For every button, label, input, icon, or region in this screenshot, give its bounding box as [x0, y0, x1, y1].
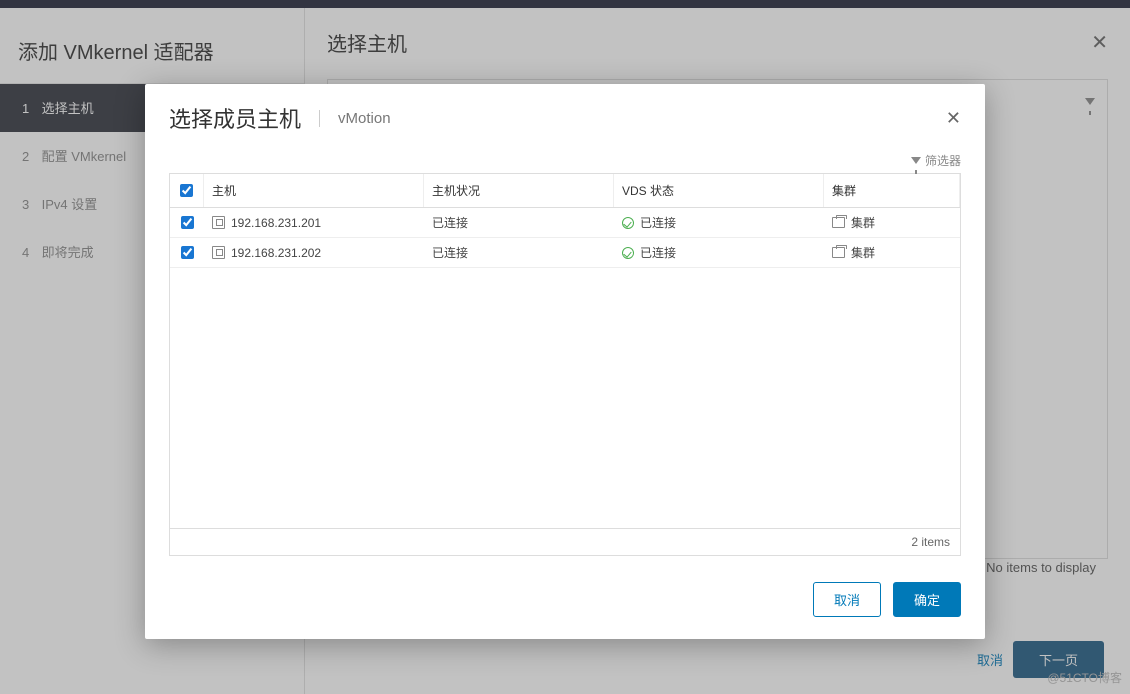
table-row[interactable]: 192.168.231.201 已连接 已连接 集群 [170, 208, 960, 238]
filter-label[interactable]: 筛选器 [925, 152, 961, 169]
host-icon [212, 216, 225, 229]
filter-row: 筛选器 [169, 152, 961, 169]
cluster-name: 集群 [851, 214, 875, 231]
cluster-icon [832, 247, 845, 258]
host-state: 已连接 [424, 208, 614, 237]
cluster-name: 集群 [851, 244, 875, 261]
row-checkbox[interactable] [181, 216, 194, 229]
table-row[interactable]: 192.168.231.202 已连接 已连接 集群 [170, 238, 960, 268]
vds-state: 已连接 [640, 244, 676, 261]
filter-icon[interactable] [911, 157, 921, 164]
row-checkbox[interactable] [181, 246, 194, 259]
host-icon [212, 246, 225, 259]
select-hosts-modal: 选择成员主机 vMotion ✕ 筛选器 主机 主机状况 VDS 状态 集群 [145, 84, 985, 639]
header-checkbox-cell [170, 174, 204, 207]
modal-body: 筛选器 主机 主机状况 VDS 状态 集群 192.168.231.20 [145, 146, 985, 566]
header-host-state[interactable]: 主机状况 [424, 174, 614, 207]
ok-icon [622, 217, 634, 229]
modal-subtitle: vMotion [319, 110, 391, 127]
header-cluster[interactable]: 集群 [824, 174, 960, 207]
hosts-grid: 主机 主机状况 VDS 状态 集群 192.168.231.201 已连接 已连… [169, 173, 961, 556]
host-name: 192.168.231.201 [231, 216, 321, 230]
grid-footer: 2 items [170, 528, 960, 555]
grid-empty-space [170, 268, 960, 528]
vds-state: 已连接 [640, 214, 676, 231]
modal-close-button[interactable]: ✕ [946, 108, 961, 129]
header-host[interactable]: 主机 [204, 174, 424, 207]
host-name: 192.168.231.202 [231, 246, 321, 260]
grid-header: 主机 主机状况 VDS 状态 集群 [170, 174, 960, 208]
modal-overlay: 选择成员主机 vMotion ✕ 筛选器 主机 主机状况 VDS 状态 集群 [0, 0, 1130, 694]
header-vds-state[interactable]: VDS 状态 [614, 174, 824, 207]
modal-header: 选择成员主机 vMotion ✕ [145, 84, 985, 146]
host-state: 已连接 [424, 238, 614, 267]
cluster-icon [832, 217, 845, 228]
ok-icon [622, 247, 634, 259]
select-all-checkbox[interactable] [180, 184, 193, 197]
items-count: 2 items [911, 535, 950, 549]
modal-title: 选择成员主机 [169, 102, 301, 134]
cancel-button[interactable]: 取消 [813, 582, 881, 617]
ok-button[interactable]: 确定 [893, 582, 961, 617]
modal-actions: 取消 确定 [145, 566, 985, 639]
